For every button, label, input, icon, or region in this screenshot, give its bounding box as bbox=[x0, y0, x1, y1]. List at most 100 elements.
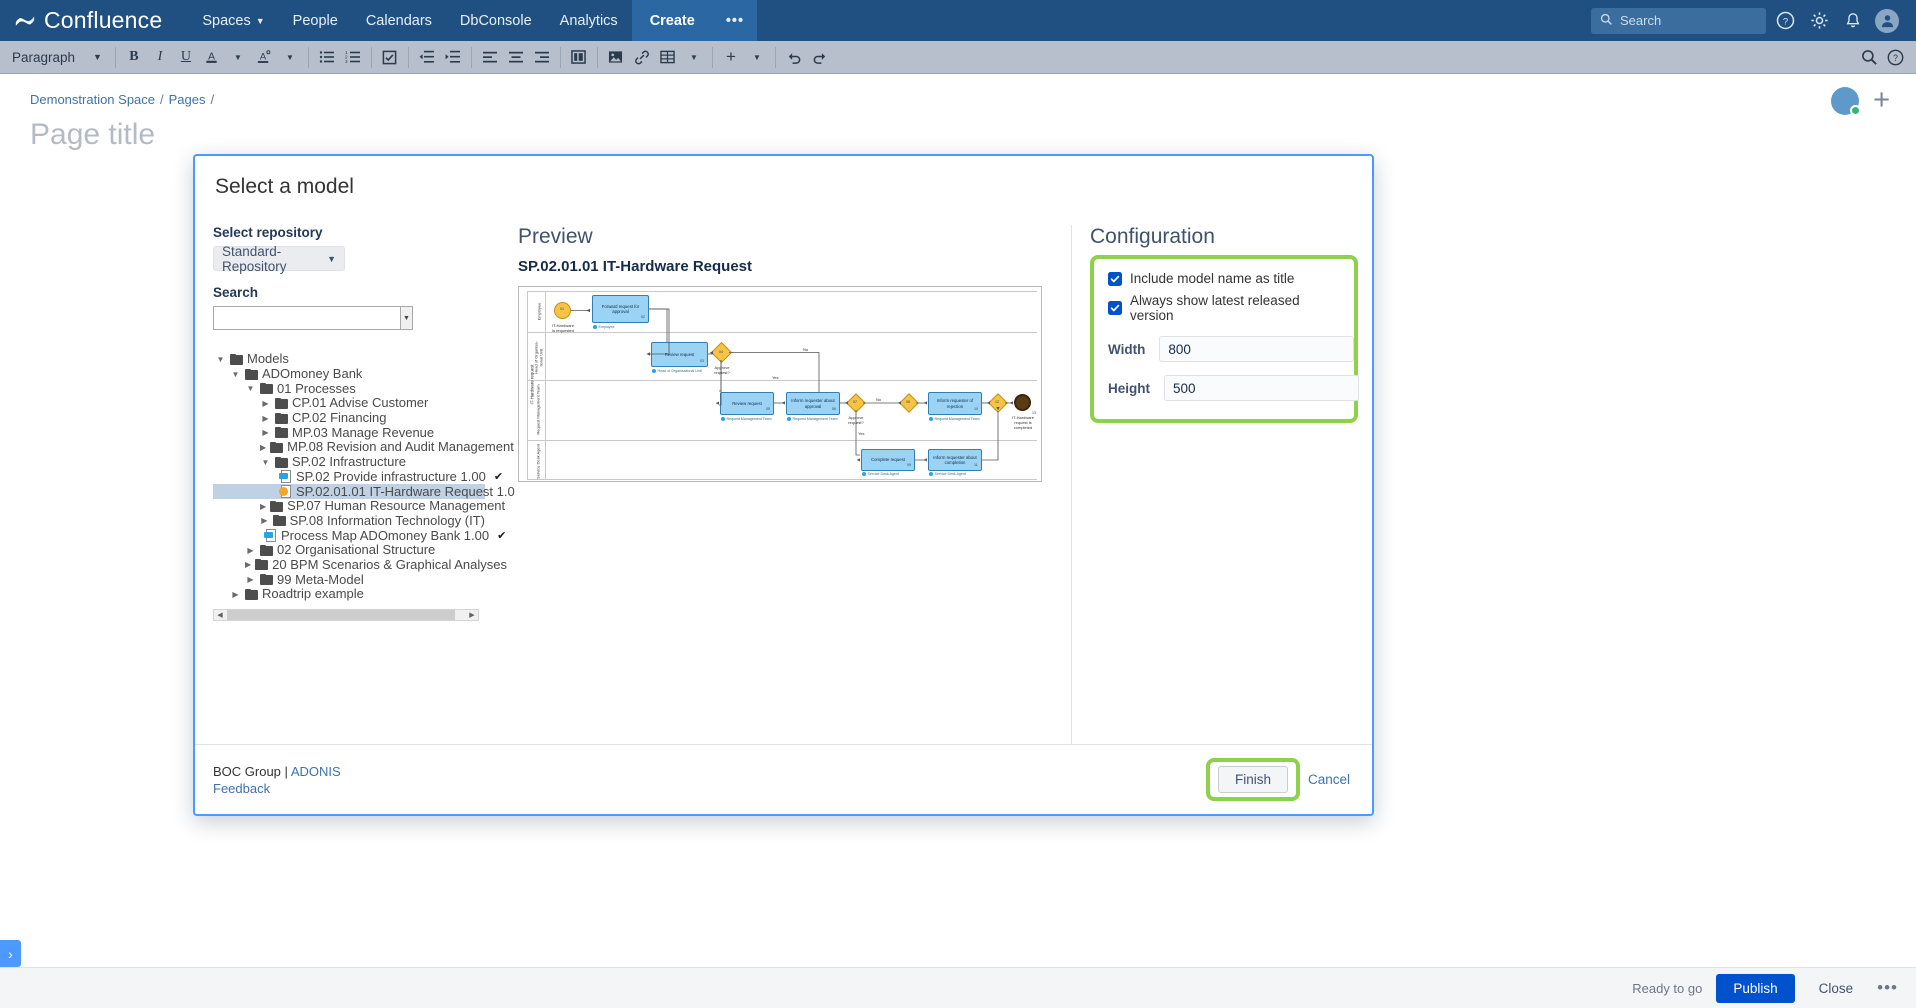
tree-item[interactable]: ▶ 99 Meta-Model bbox=[213, 572, 485, 587]
feedback-link[interactable]: Feedback bbox=[213, 781, 270, 796]
table-dropdown[interactable]: ▼ bbox=[681, 45, 707, 70]
text-color-dropdown[interactable]: ▼ bbox=[225, 45, 251, 70]
twisty-collapsed-icon[interactable]: ▶ bbox=[230, 590, 241, 599]
folder-icon bbox=[260, 574, 273, 586]
twisty-collapsed-icon[interactable]: ▶ bbox=[260, 516, 269, 525]
bottom-more-actions-button[interactable]: ••• bbox=[1877, 978, 1898, 998]
tree-item[interactable]: SP.02 Provide infrastructure 1.00 ✔ bbox=[213, 469, 503, 485]
indent-button[interactable] bbox=[440, 45, 466, 70]
gear-icon[interactable] bbox=[1804, 6, 1834, 36]
italic-button[interactable]: I bbox=[147, 45, 173, 70]
redo-button[interactable] bbox=[807, 45, 833, 70]
tree-item[interactable]: ▶ SP.07 Human Resource Management bbox=[213, 499, 505, 514]
twisty-collapsed-icon[interactable]: ▶ bbox=[260, 443, 266, 452]
repository-dropdown[interactable]: Standard-Repository ▼ bbox=[213, 244, 345, 274]
help-icon[interactable]: ? bbox=[1770, 6, 1800, 36]
tree-item[interactable]: ▶ MP.08 Revision and Audit Management bbox=[213, 440, 514, 455]
twisty-collapsed-icon[interactable]: ▶ bbox=[260, 399, 271, 408]
task-list-button[interactable] bbox=[377, 45, 403, 70]
twisty-expanded-icon[interactable]: ▼ bbox=[215, 355, 226, 364]
search-input[interactable]: Search bbox=[1591, 7, 1766, 34]
finish-button[interactable]: Finish bbox=[1217, 766, 1288, 793]
twisty-expanded-icon[interactable]: ▼ bbox=[245, 384, 256, 393]
expand-sidebar-button[interactable]: › bbox=[0, 940, 21, 967]
align-right-button[interactable] bbox=[529, 45, 555, 70]
cancel-button[interactable]: Cancel bbox=[1308, 772, 1350, 787]
footer-separator: | bbox=[284, 763, 288, 779]
nav-item-calendars[interactable]: Calendars bbox=[352, 0, 446, 41]
tree-horizontal-scrollbar[interactable]: ◀ ▶ bbox=[213, 608, 479, 621]
twisty-collapsed-icon[interactable]: ▶ bbox=[245, 546, 256, 555]
publish-button[interactable]: Publish bbox=[1716, 973, 1795, 1003]
finish-highlight-box: Finish bbox=[1205, 758, 1300, 801]
twisty-collapsed-icon[interactable]: ▶ bbox=[260, 428, 271, 437]
tree-item[interactable]: ▼ Models bbox=[213, 352, 485, 367]
model-orange-icon bbox=[279, 485, 292, 499]
table-icon[interactable] bbox=[655, 45, 681, 70]
model-preview-frame[interactable]: IT-Hardware request Employee Head of Org… bbox=[518, 286, 1042, 482]
folder-icon bbox=[255, 559, 269, 571]
tree-item[interactable]: ▶ 02 Organisational Structure bbox=[213, 543, 485, 558]
nav-item-dbconsole[interactable]: DbConsole bbox=[446, 0, 546, 41]
search-dropdown-button[interactable]: ▼ bbox=[400, 306, 413, 330]
include-model-name-checkbox[interactable] bbox=[1108, 271, 1122, 286]
twisty-expanded-icon[interactable]: ▼ bbox=[260, 458, 271, 467]
outdent-button[interactable] bbox=[414, 45, 440, 70]
highlight-dropdown[interactable]: ▼ bbox=[277, 45, 303, 70]
scroll-left-arrow[interactable]: ◀ bbox=[214, 611, 226, 619]
twisty-collapsed-icon[interactable]: ▶ bbox=[245, 560, 251, 569]
tree-item[interactable]: ▶ Roadtrip example bbox=[213, 587, 485, 602]
tree-item[interactable]: ▶ MP.03 Manage Revenue bbox=[213, 425, 485, 440]
chevron-down-icon: ▼ bbox=[327, 253, 336, 264]
always-latest-version-row[interactable]: Always show latest released version bbox=[1108, 293, 1340, 323]
underline-button[interactable]: U bbox=[173, 45, 199, 70]
image-icon[interactable] bbox=[603, 45, 629, 70]
bold-button[interactable]: B bbox=[121, 45, 147, 70]
text-highlight-button[interactable]: A bbox=[251, 45, 277, 70]
scroll-right-arrow[interactable]: ▶ bbox=[466, 611, 478, 619]
height-label: Height bbox=[1108, 380, 1150, 396]
tree-item[interactable]: ▶ CP.01 Advise Customer bbox=[213, 396, 485, 411]
insert-button[interactable]: + bbox=[718, 45, 744, 70]
nav-item-people[interactable]: People bbox=[279, 0, 352, 41]
nav-item-spaces[interactable]: Spaces ▼ bbox=[188, 0, 278, 41]
width-input[interactable] bbox=[1159, 336, 1355, 362]
tree-item[interactable]: ▼ ADOmoney Bank bbox=[213, 367, 485, 382]
model-search-input[interactable] bbox=[213, 306, 400, 330]
always-latest-version-checkbox[interactable] bbox=[1108, 301, 1122, 315]
find-replace-icon[interactable] bbox=[1856, 45, 1882, 70]
tree-item[interactable]: ▶ SP.08 Information Technology (IT) bbox=[213, 513, 485, 529]
twisty-expanded-icon[interactable]: ▼ bbox=[230, 370, 241, 379]
create-button[interactable]: Create bbox=[631, 0, 713, 41]
adonis-link[interactable]: ADONIS bbox=[291, 764, 341, 779]
profile-avatar[interactable] bbox=[1872, 6, 1902, 36]
editor-help-icon[interactable]: ? bbox=[1882, 45, 1908, 70]
twisty-collapsed-icon[interactable]: ▶ bbox=[260, 414, 271, 423]
twisty-collapsed-icon[interactable]: ▶ bbox=[260, 502, 266, 511]
tree-item[interactable]: ▼ 01 Processes bbox=[213, 381, 485, 396]
more-actions-button[interactable]: ••• bbox=[712, 0, 758, 41]
tree-item[interactable]: ▶ CP.02 Financing bbox=[213, 411, 485, 426]
confluence-logo[interactable]: Confluence bbox=[14, 7, 162, 34]
twisty-collapsed-icon[interactable]: ▶ bbox=[245, 575, 256, 584]
numbered-list-button[interactable]: 123 bbox=[340, 45, 366, 70]
height-input[interactable] bbox=[1164, 375, 1359, 401]
undo-button[interactable] bbox=[781, 45, 807, 70]
bullet-list-button[interactable] bbox=[314, 45, 340, 70]
tree-item[interactable]: SP.02.01.01 IT-Hardware Request 1.0 bbox=[213, 484, 515, 499]
insert-dropdown[interactable]: ▼ bbox=[744, 45, 770, 70]
text-color-button[interactable]: A bbox=[199, 45, 225, 70]
align-left-button[interactable] bbox=[477, 45, 503, 70]
tree-item[interactable]: Process Map ADOmoney Bank 1.00 ✔ bbox=[213, 528, 506, 543]
align-center-button[interactable] bbox=[503, 45, 529, 70]
page-layout-button[interactable] bbox=[566, 45, 592, 70]
paragraph-style-select[interactable]: Paragraph ▼ bbox=[8, 45, 110, 69]
tree-item[interactable]: ▶ 20 BPM Scenarios & Graphical Analyses bbox=[213, 557, 507, 573]
close-button[interactable]: Close bbox=[1809, 974, 1864, 1003]
notifications-bell-icon[interactable] bbox=[1838, 6, 1868, 36]
nav-item-analytics[interactable]: Analytics bbox=[546, 0, 632, 41]
tree-item[interactable]: ▼ SP.02 Infrastructure bbox=[213, 455, 485, 470]
link-icon[interactable] bbox=[629, 45, 655, 70]
scroll-thumb[interactable] bbox=[227, 609, 455, 620]
include-model-name-row[interactable]: Include model name as title bbox=[1108, 271, 1340, 286]
